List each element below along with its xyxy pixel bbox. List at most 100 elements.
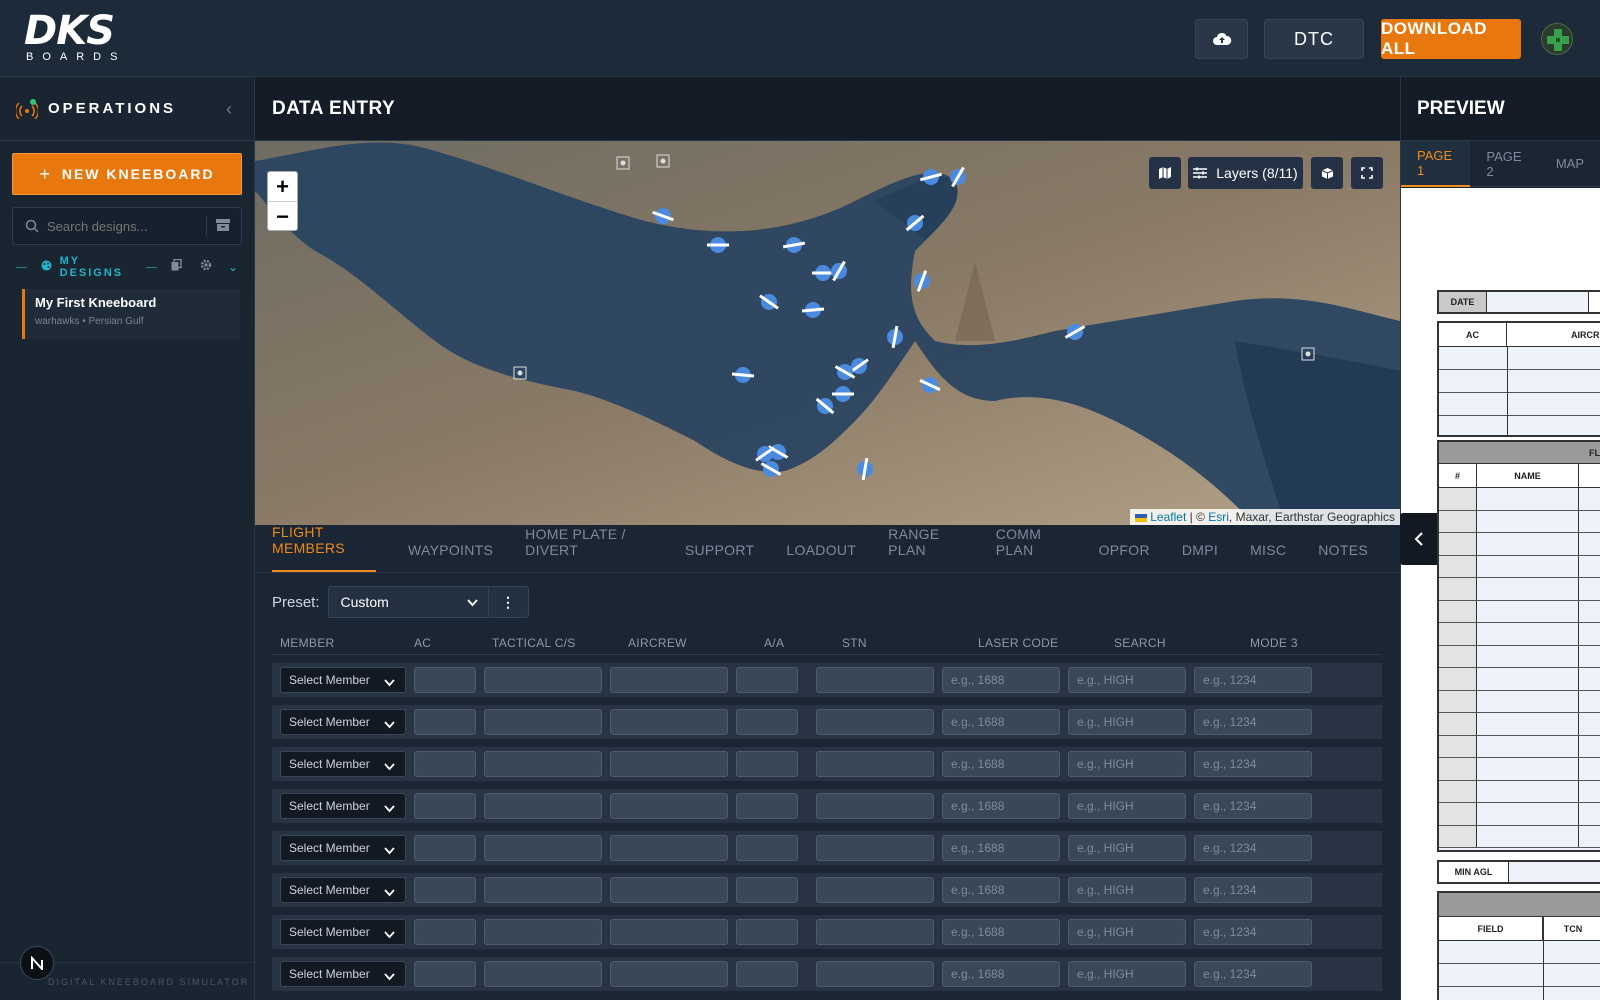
tab-loadout[interactable]: LOADOUT xyxy=(786,542,856,572)
map-marker[interactable] xyxy=(1064,324,1086,340)
search-input[interactable]: e.g., HIGH xyxy=(1068,793,1186,819)
ac-input[interactable] xyxy=(414,835,476,861)
preview-tab-map[interactable]: MAP xyxy=(1540,141,1600,187)
member-select[interactable]: Select Member xyxy=(280,961,406,987)
stn-input[interactable] xyxy=(816,793,934,819)
laser-code-input[interactable]: e.g., 1688 xyxy=(942,961,1060,987)
collapse-sidebar-icon[interactable]: ‹ xyxy=(226,99,232,120)
map-marker[interactable] xyxy=(914,270,930,292)
new-kneeboard-button[interactable]: + NEW KNEEBOARD xyxy=(12,153,242,195)
tab-notes[interactable]: NOTES xyxy=(1318,542,1368,572)
aa-input[interactable] xyxy=(736,751,798,777)
map[interactable]: + − Layers (8/11) Leaflet | © Esri, Maxa… xyxy=(255,141,1400,525)
mode3-input[interactable]: e.g., 1234 xyxy=(1194,835,1312,861)
member-select[interactable]: Select Member xyxy=(280,877,406,903)
map-marker[interactable] xyxy=(812,265,834,281)
map-marker[interactable] xyxy=(919,169,943,185)
aircrew-input[interactable] xyxy=(610,793,728,819)
tactical-cs-input[interactable] xyxy=(484,709,602,735)
map-marker[interactable] xyxy=(905,214,925,232)
aircrew-input[interactable] xyxy=(610,877,728,903)
search-input[interactable]: e.g., HIGH xyxy=(1068,751,1186,777)
more-options-icon[interactable]: ⋮ xyxy=(487,587,528,617)
poi-marker[interactable] xyxy=(656,154,670,168)
laser-code-input[interactable]: e.g., 1688 xyxy=(942,877,1060,903)
map-marker[interactable] xyxy=(731,367,755,383)
stn-input[interactable] xyxy=(816,877,934,903)
mode3-input[interactable]: e.g., 1234 xyxy=(1194,709,1312,735)
preview-tab-page-1[interactable]: PAGE 1 xyxy=(1401,140,1471,187)
design-item[interactable]: My First Kneeboard warhawks • Persian Gu… xyxy=(22,289,240,339)
aircrew-input[interactable] xyxy=(610,709,728,735)
tab-home-plate-divert[interactable]: HOME PLATE / DIVERT xyxy=(525,526,653,572)
member-select[interactable]: Select Member xyxy=(280,667,406,693)
member-select[interactable]: Select Member xyxy=(280,919,406,945)
aircrew-input[interactable] xyxy=(610,961,728,987)
aircrew-input[interactable] xyxy=(610,835,728,861)
map-marker[interactable] xyxy=(707,237,729,253)
dtc-button[interactable]: DTC xyxy=(1264,19,1364,59)
map-marker[interactable] xyxy=(887,325,903,349)
preview-tab-page-2[interactable]: PAGE 2 xyxy=(1470,141,1539,187)
tab-opfor[interactable]: OPFOR xyxy=(1099,542,1150,572)
laser-code-input[interactable]: e.g., 1688 xyxy=(942,709,1060,735)
stn-input[interactable] xyxy=(816,919,934,945)
mode3-input[interactable]: e.g., 1234 xyxy=(1194,667,1312,693)
poi-marker[interactable] xyxy=(513,366,527,380)
aa-input[interactable] xyxy=(736,793,798,819)
gear-icon[interactable] xyxy=(200,258,212,276)
nav-button[interactable] xyxy=(20,946,54,980)
stn-input[interactable] xyxy=(816,961,934,987)
map-marker[interactable] xyxy=(782,237,806,253)
ac-input[interactable] xyxy=(414,919,476,945)
ac-input[interactable] xyxy=(414,709,476,735)
map-marker[interactable] xyxy=(919,377,941,393)
ac-input[interactable] xyxy=(414,961,476,987)
aa-input[interactable] xyxy=(736,877,798,903)
stn-input[interactable] xyxy=(816,835,934,861)
tab-misc[interactable]: MISC xyxy=(1250,542,1286,572)
upload-button[interactable] xyxy=(1195,19,1248,59)
tab-flight-members[interactable]: FLIGHT MEMBERS xyxy=(272,524,376,572)
tactical-cs-input[interactable] xyxy=(484,877,602,903)
tab-comm-plan[interactable]: COMM PLAN xyxy=(996,526,1067,572)
poi-marker[interactable] xyxy=(1301,347,1315,361)
tactical-cs-input[interactable] xyxy=(484,835,602,861)
tactical-cs-input[interactable] xyxy=(484,667,602,693)
search-input[interactable]: e.g., HIGH xyxy=(1068,919,1186,945)
tactical-cs-input[interactable] xyxy=(484,751,602,777)
tab-range-plan[interactable]: RANGE PLAN xyxy=(888,526,964,572)
laser-code-input[interactable]: e.g., 1688 xyxy=(942,667,1060,693)
collapse-preview-button[interactable] xyxy=(1400,513,1437,565)
preset-select[interactable]: Custom ⋮ xyxy=(327,586,529,618)
map-marker[interactable] xyxy=(950,166,966,188)
ac-input[interactable] xyxy=(414,793,476,819)
aa-input[interactable] xyxy=(736,961,798,987)
aircrew-input[interactable] xyxy=(610,667,728,693)
map-marker[interactable] xyxy=(831,260,847,282)
archive-icon[interactable] xyxy=(215,218,231,237)
map-marker[interactable] xyxy=(857,457,873,481)
esri-link[interactable]: Esri xyxy=(1208,510,1229,524)
aa-input[interactable] xyxy=(736,919,798,945)
search-input[interactable]: e.g., HIGH xyxy=(1068,835,1186,861)
laser-code-input[interactable]: e.g., 1688 xyxy=(942,751,1060,777)
stn-input[interactable] xyxy=(816,709,934,735)
download-all-button[interactable]: DOWNLOAD ALL xyxy=(1381,19,1521,59)
tab-dmpi[interactable]: DMPI xyxy=(1182,542,1218,572)
mode3-input[interactable]: e.g., 1234 xyxy=(1194,751,1312,777)
aa-input[interactable] xyxy=(736,709,798,735)
mode3-input[interactable]: e.g., 1234 xyxy=(1194,961,1312,987)
chevron-down-icon[interactable]: ⌄ xyxy=(228,260,238,274)
search-input[interactable] xyxy=(47,218,197,234)
map-marker[interactable] xyxy=(760,461,782,477)
search-input[interactable]: e.g., HIGH xyxy=(1068,709,1186,735)
stn-input[interactable] xyxy=(816,751,934,777)
tab-waypoints[interactable]: WAYPOINTS xyxy=(408,542,493,572)
map-marker[interactable] xyxy=(815,397,835,415)
member-select[interactable]: Select Member xyxy=(280,751,406,777)
leaflet-link[interactable]: Leaflet xyxy=(1150,510,1186,524)
stn-input[interactable] xyxy=(816,667,934,693)
laser-code-input[interactable]: e.g., 1688 xyxy=(942,835,1060,861)
tactical-cs-input[interactable] xyxy=(484,793,602,819)
